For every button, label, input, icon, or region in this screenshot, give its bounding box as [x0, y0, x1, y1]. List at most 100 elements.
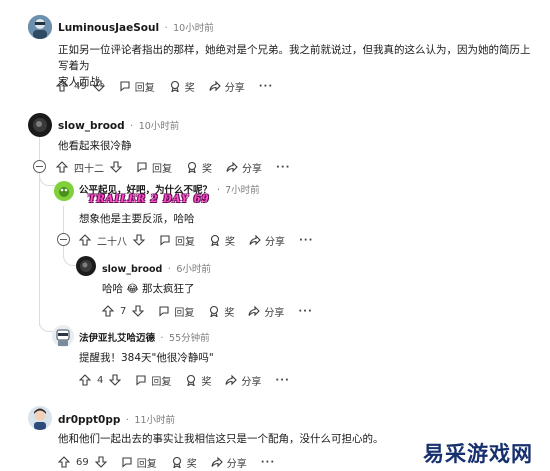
separator: ·	[167, 264, 171, 275]
share-label: 分享	[264, 307, 285, 319]
share-icon	[226, 161, 238, 173]
comment-author[interactable]: LuminousJaeSoul	[58, 22, 159, 34]
share-button[interactable]: 分享	[209, 79, 245, 94]
more-options-button[interactable]: ···	[276, 162, 290, 173]
avatar[interactable]	[28, 406, 52, 430]
reply-button[interactable]: 回复	[159, 233, 195, 248]
comment-actions: 7 回复 奖 分享 ···	[102, 302, 313, 320]
reply-icon	[159, 306, 169, 317]
thread-connector	[39, 172, 55, 186]
award-button[interactable]: 奖	[171, 455, 197, 470]
vote-control: 7	[102, 305, 145, 317]
reply-label: 回复	[152, 163, 172, 175]
reply-button[interactable]: 回复	[158, 304, 194, 319]
separator: ·	[217, 185, 221, 196]
avatar[interactable]	[76, 256, 96, 276]
more-options-button[interactable]: ···	[298, 306, 312, 317]
vote-count: 7	[120, 305, 127, 317]
comment-author[interactable]: slow_brood	[58, 120, 125, 132]
more-options-button[interactable]: ···	[259, 81, 273, 92]
award-button[interactable]: 奖	[209, 233, 235, 248]
award-button[interactable]: 奖	[169, 79, 195, 94]
reply-button[interactable]: 回复	[121, 455, 157, 470]
reply-button[interactable]: 回复	[119, 79, 155, 94]
reply-label: 回复	[151, 376, 172, 388]
comment-body: 提醒我！384天"他很冷静吗"	[79, 352, 214, 364]
comment-actions: 49 回复 奖 分享 ···	[56, 77, 273, 95]
award-button[interactable]: 奖	[208, 304, 234, 319]
share-button[interactable]: 分享	[249, 233, 285, 248]
upvote-icon[interactable]	[56, 80, 68, 92]
thread-line-slow-brood-lower	[39, 176, 40, 326]
user-flair: TRAILER 2 DAY 69	[88, 194, 210, 205]
more-options-button[interactable]: ···	[261, 457, 275, 468]
comment-timestamp[interactable]: 10小时前	[173, 23, 214, 34]
collapse-thread-button[interactable]	[33, 160, 46, 173]
comment-author[interactable]: dr0ppt0pp	[58, 414, 120, 426]
comment-timestamp[interactable]: 11小时前	[134, 415, 175, 426]
upvote-icon[interactable]	[58, 456, 70, 468]
share-button[interactable]: 分享	[211, 455, 247, 470]
collapse-thread-button[interactable]	[57, 233, 70, 246]
comment-body: 哈哈 😂 那太疯狂了	[102, 283, 195, 295]
comment-timestamp[interactable]: 10小时前	[139, 121, 180, 132]
upvote-icon[interactable]	[79, 234, 91, 246]
award-button[interactable]: 奖	[186, 160, 212, 175]
reply-button[interactable]: 回复	[135, 373, 171, 388]
avatar[interactable]	[54, 181, 74, 201]
reply-icon	[160, 235, 170, 246]
comment-actions: 69 回复 奖 分享 ···	[58, 453, 275, 471]
share-label: 分享	[241, 376, 262, 388]
comment-body-line: 正如另一位评论者指出的那样，她绝对是个兄弟。我之前就说过，但我真的这么认为，因为…	[58, 44, 531, 72]
vote-count: 4	[97, 374, 104, 386]
upvote-icon[interactable]	[102, 305, 114, 317]
downvote-icon[interactable]	[132, 305, 145, 317]
thread-line-fair-lower	[63, 246, 64, 252]
comment-body: 他和他们一起出去的事实让我相信这只是一个配角，没什么可担心的。	[58, 433, 384, 445]
comment-actions: 4 回复 奖 分享 ···	[79, 371, 290, 389]
comment-author[interactable]: 法伊亚扎艾哈迈德	[79, 333, 155, 344]
comment-author[interactable]: slow_brood	[102, 264, 162, 275]
vote-control: 四十二	[56, 160, 122, 175]
award-button[interactable]: 奖	[185, 373, 211, 388]
reply-icon	[136, 375, 146, 386]
comment-timestamp[interactable]: 7小时前	[225, 185, 260, 196]
upvote-icon[interactable]	[56, 161, 68, 173]
upvote-icon[interactable]	[79, 374, 91, 386]
award-label: 奖	[186, 458, 197, 470]
share-label: 分享	[242, 163, 262, 175]
vote-count: 49	[74, 80, 87, 92]
share-icon	[249, 234, 261, 246]
award-icon	[187, 374, 196, 386]
avatar[interactable]	[52, 325, 74, 347]
avatar[interactable]	[28, 15, 52, 39]
share-button[interactable]: 分享	[248, 304, 284, 319]
downvote-icon[interactable]	[133, 234, 145, 246]
comment-body: 他看起来很冷静	[58, 140, 132, 152]
downvote-icon[interactable]	[109, 374, 122, 386]
downvote-icon[interactable]	[92, 80, 105, 92]
award-label: 奖	[202, 163, 212, 175]
site-watermark: 易采游戏网	[423, 441, 533, 466]
share-button[interactable]: 分享	[226, 160, 262, 175]
comment-timestamp[interactable]: 55分钟前	[169, 333, 210, 344]
separator: ·	[164, 23, 168, 34]
share-button[interactable]: 分享	[225, 373, 261, 388]
separator: ·	[130, 121, 134, 132]
reply-label: 回复	[136, 458, 157, 470]
avatar[interactable]	[28, 113, 52, 137]
comment-timestamp[interactable]: 6小时前	[176, 264, 211, 275]
more-options-button[interactable]: ···	[275, 375, 289, 386]
share-label: 分享	[224, 82, 245, 94]
more-options-button[interactable]: ···	[299, 235, 313, 246]
award-label: 奖	[225, 236, 235, 248]
downvote-icon[interactable]	[94, 456, 107, 468]
reply-button[interactable]: 回复	[136, 160, 172, 175]
award-label: 奖	[184, 82, 195, 94]
downvote-icon[interactable]	[110, 161, 122, 173]
award-label: 奖	[224, 307, 235, 319]
vote-count: 69	[76, 456, 89, 468]
reply-label: 回复	[175, 236, 195, 248]
vote-control: 49	[56, 80, 105, 92]
share-icon	[209, 80, 221, 92]
